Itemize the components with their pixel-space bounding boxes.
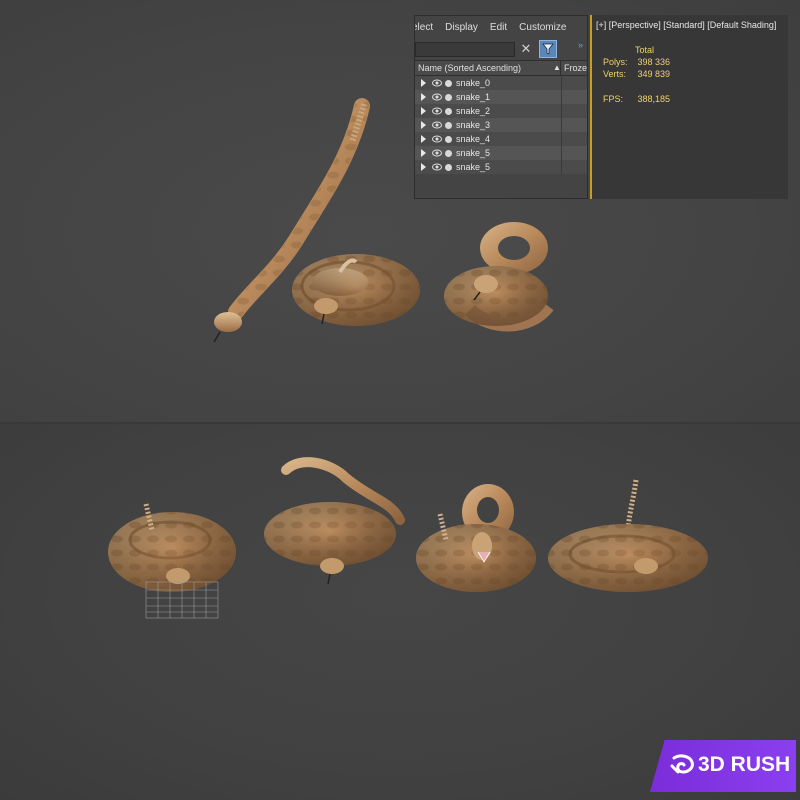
object-name[interactable]: snake_4 [456, 134, 490, 144]
expand-arrow-icon[interactable] [421, 107, 426, 115]
frozen-cell [561, 118, 562, 132]
render-toggle-icon[interactable] [445, 121, 452, 129]
clear-search-icon[interactable]: ✕ [519, 42, 533, 56]
visibility-eye-icon[interactable] [432, 121, 442, 129]
snake-4-s-shape[interactable] [264, 457, 405, 585]
viewport-label-menu[interactable]: [+] [Perspective] [Standard] [Default Sh… [596, 20, 776, 30]
scene-explorer-panel: elect Display Edit Customize ✕ » Name (S… [414, 15, 588, 199]
object-name[interactable]: snake_0 [456, 78, 490, 88]
snake-5-flat-coil[interactable] [548, 479, 708, 592]
render-toggle-icon[interactable] [445, 163, 452, 171]
visibility-eye-icon[interactable] [432, 163, 442, 171]
frozen-column-header[interactable]: Froze [561, 61, 587, 75]
explorer-menubar: elect Display Edit Customize [415, 16, 587, 38]
frozen-cell [561, 160, 562, 174]
fps-stat: FPS: 388,185 [603, 94, 670, 104]
polys-label: Polys: [603, 57, 628, 67]
verts-stat: Verts: 349 839 [603, 69, 670, 79]
menu-edit[interactable]: Edit [490, 22, 507, 33]
visibility-eye-icon[interactable] [432, 79, 442, 87]
name-column-header[interactable]: Name (Sorted Ascending) [415, 61, 561, 75]
object-row[interactable]: snake_1 [415, 90, 587, 104]
frozen-cell [561, 76, 562, 90]
expand-arrow-icon[interactable] [421, 93, 426, 101]
expand-arrow-icon[interactable] [421, 163, 426, 171]
snake-2-looped[interactable] [444, 222, 554, 332]
expand-panel-icon[interactable]: » [578, 40, 583, 50]
object-row[interactable]: snake_2 [415, 104, 587, 118]
menu-customize[interactable]: Customize [519, 22, 566, 33]
object-row[interactable]: snake_0 [415, 76, 587, 90]
menu-display[interactable]: Display [445, 22, 478, 33]
expand-arrow-icon[interactable] [421, 135, 426, 143]
viewport-stats-panel: [+] [Perspective] [Standard] [Default Sh… [590, 15, 788, 199]
polys-value: 398 336 [637, 57, 671, 67]
search-row: ✕ » [415, 38, 587, 60]
render-toggle-icon[interactable] [445, 149, 452, 157]
snake-1-coiled[interactable] [292, 254, 420, 326]
render-toggle-icon[interactable] [445, 79, 452, 87]
object-name[interactable]: snake_5 [456, 162, 490, 172]
visibility-eye-icon[interactable] [432, 149, 442, 157]
snake-5-striking[interactable] [416, 484, 536, 592]
object-row[interactable]: snake_3 [415, 118, 587, 132]
polys-stat: Polys: 398 336 [603, 57, 670, 67]
frozen-cell [561, 90, 562, 104]
expand-arrow-icon[interactable] [421, 121, 426, 129]
visibility-eye-icon[interactable] [432, 135, 442, 143]
search-input[interactable] [415, 41, 515, 57]
filter-toggle-icon[interactable] [539, 40, 557, 58]
rush-swirl-icon [670, 754, 694, 774]
render-toggle-icon[interactable] [445, 93, 452, 101]
fps-label: FPS: [603, 94, 624, 104]
object-name[interactable]: snake_2 [456, 106, 490, 116]
expand-arrow-icon[interactable] [421, 149, 426, 157]
stats-total-header: Total [635, 45, 655, 55]
object-row[interactable]: snake_4 [415, 132, 587, 146]
column-header: Name (Sorted Ascending) ▲ Froze [415, 60, 587, 76]
verts-value: 349 839 [637, 69, 671, 79]
frozen-cell [561, 132, 562, 146]
sort-ascending-icon[interactable]: ▲ [553, 61, 561, 75]
snake-3-coiled[interactable] [108, 503, 236, 619]
render-toggle-icon[interactable] [445, 107, 452, 115]
visibility-eye-icon[interactable] [432, 107, 442, 115]
render-toggle-icon[interactable] [445, 135, 452, 143]
verts-label: Verts: [603, 69, 627, 79]
object-list: snake_0 snake_1 snake_2 snake_3 snake_4 … [415, 76, 587, 174]
fps-value: 388,185 [637, 94, 671, 104]
brand-badge: 3D RUSH [650, 740, 796, 792]
object-name[interactable]: snake_1 [456, 92, 490, 102]
object-name[interactable]: snake_3 [456, 120, 490, 130]
object-row[interactable]: snake_5 [415, 160, 587, 174]
frozen-cell [561, 104, 562, 118]
menu-select[interactable]: elect [415, 22, 433, 33]
expand-arrow-icon[interactable] [421, 79, 426, 87]
object-row[interactable]: snake_5 [415, 146, 587, 160]
object-name[interactable]: snake_5 [456, 148, 490, 158]
visibility-eye-icon[interactable] [432, 93, 442, 101]
brand-text: 3D RUSH [698, 753, 791, 776]
frozen-cell [561, 146, 562, 160]
